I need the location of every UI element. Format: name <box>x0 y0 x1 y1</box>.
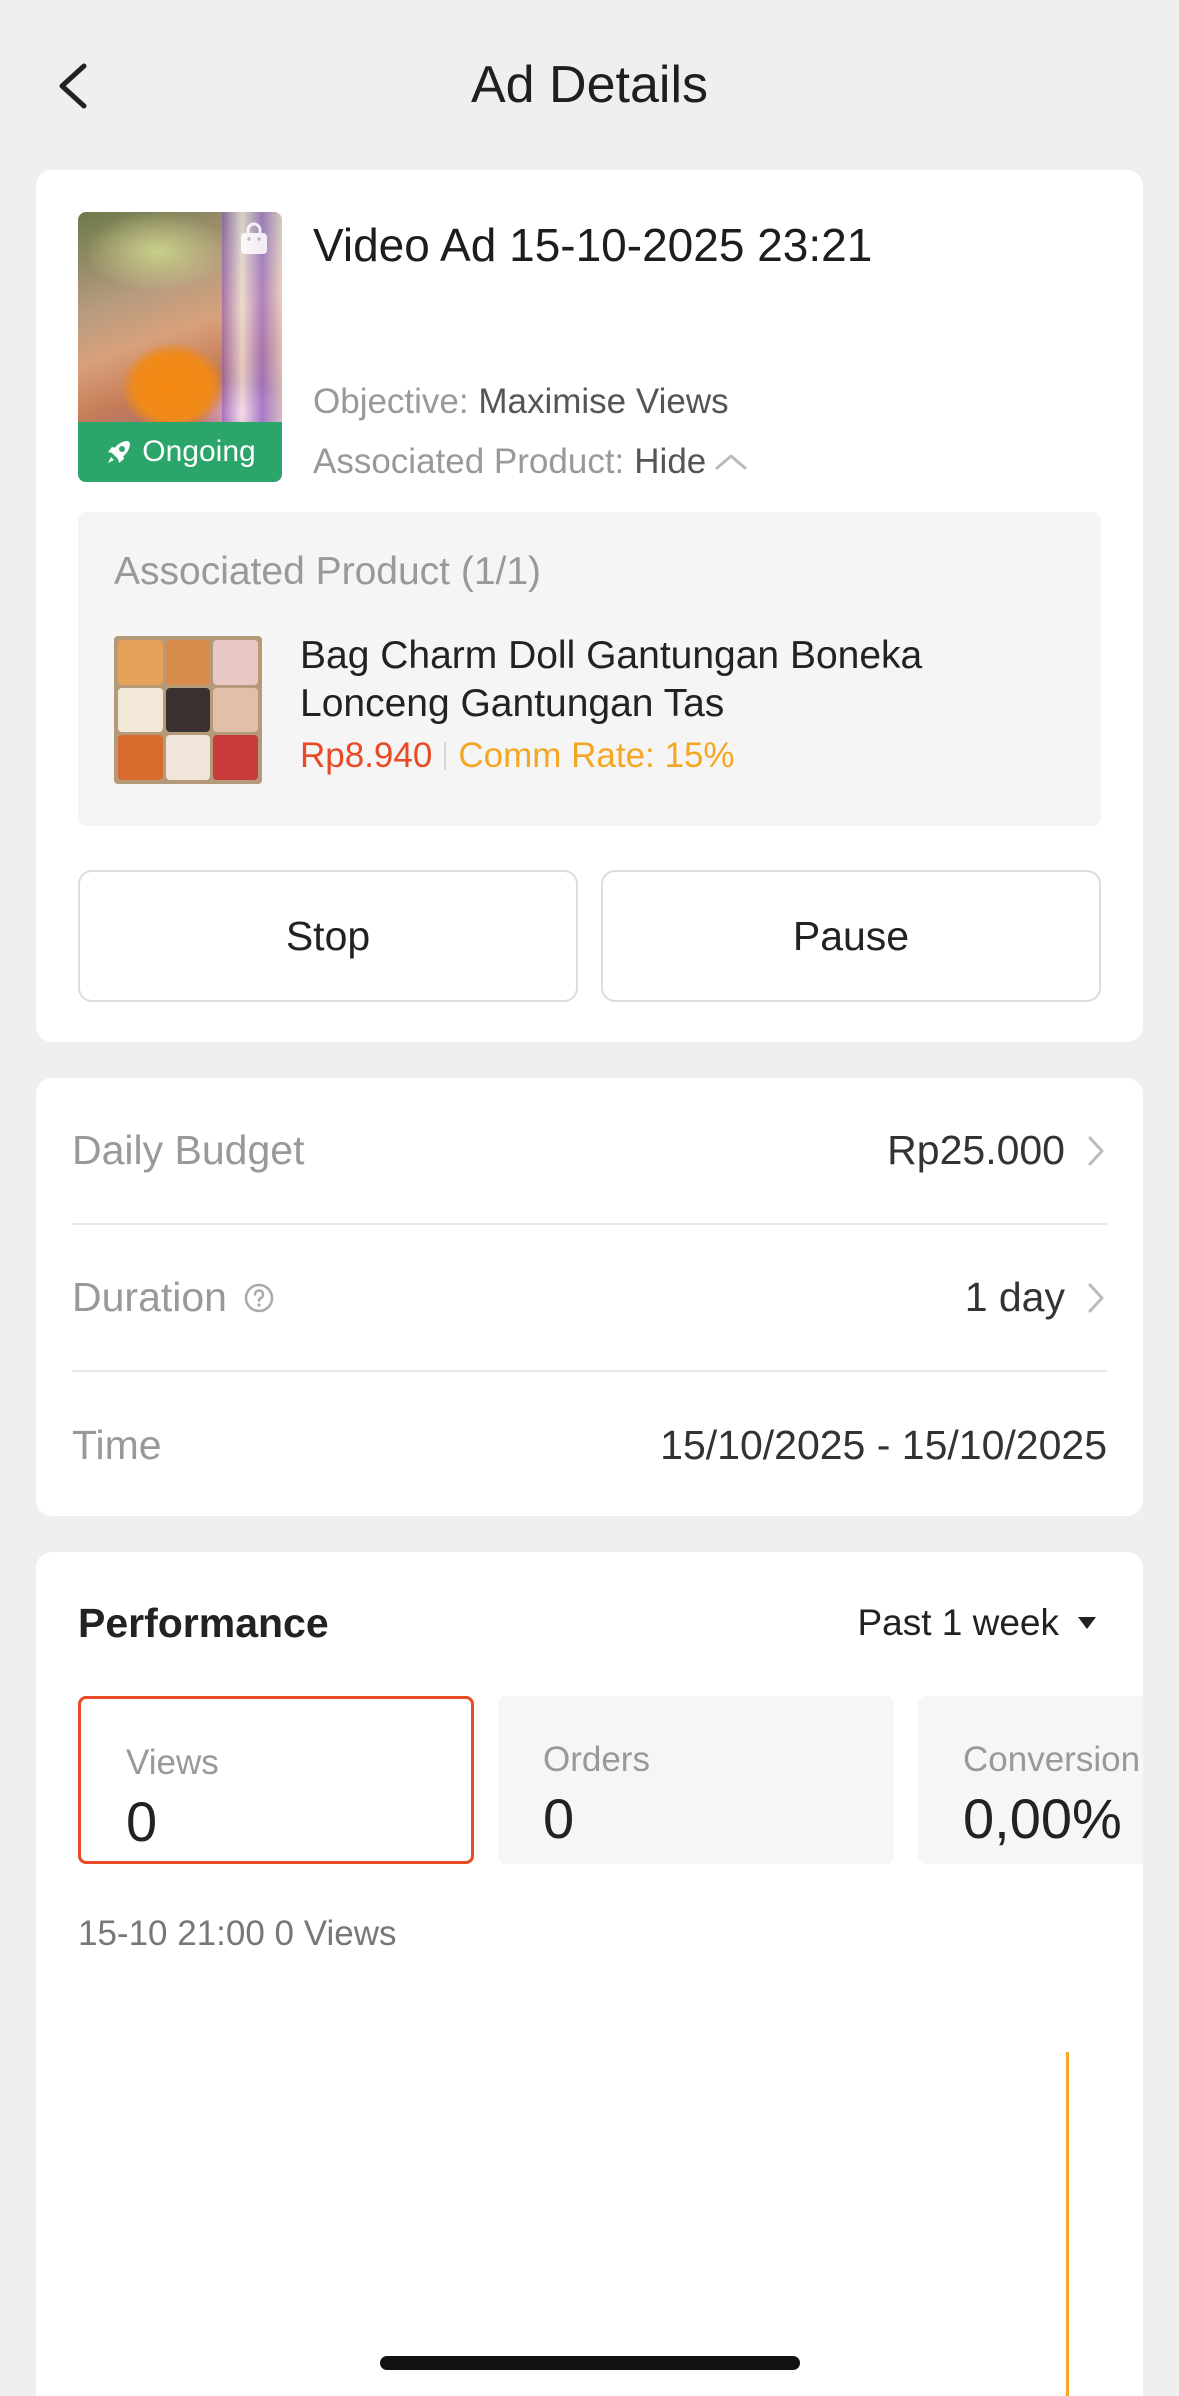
stop-button[interactable]: Stop <box>78 870 578 1002</box>
chart-tooltip-text: 15-10 21:00 0 Views <box>78 1914 397 1953</box>
metric-value: 0 <box>543 1787 575 1850</box>
objective-label: Objective: <box>313 382 469 421</box>
ad-title: Video Ad 15-10-2025 23:21 <box>313 219 873 271</box>
product-price: Rp8.940 <box>300 736 433 775</box>
objective-value: Maximise Views <box>478 382 729 421</box>
metric-card-views[interactable]: Views 0 <box>78 1696 474 1864</box>
home-indicator[interactable] <box>380 2356 800 2370</box>
divider <box>444 742 447 770</box>
product-price-row: Rp8.940 Comm Rate: 15% <box>300 736 735 776</box>
performance-card: Performance Past 1 week Views 0 Orders 0… <box>36 1552 1143 2396</box>
ad-details-screen: Ad Details Ongoing Video Ad 15-10-2025 2… <box>0 0 1179 2396</box>
duration-label: Duration <box>72 1274 227 1320</box>
daily-budget-value-group: Rp25.000 <box>887 1127 1107 1174</box>
metric-label: Conversion <box>963 1740 1141 1779</box>
status-text: Ongoing <box>142 435 256 468</box>
metric-label: Views <box>126 1743 219 1782</box>
pause-button[interactable]: Pause <box>601 870 1101 1002</box>
ad-card: Ongoing Video Ad 15-10-2025 23:21 Object… <box>36 170 1143 1042</box>
period-value: Past 1 week <box>857 1602 1059 1643</box>
caret-down-icon <box>1078 1617 1096 1629</box>
budget-card: Daily Budget Rp25.000 Duration 1 day Tim… <box>36 1078 1143 1516</box>
status-badge: Ongoing <box>78 422 282 482</box>
shopping-bag-icon <box>241 222 267 254</box>
metric-value: 0,00% <box>963 1787 1122 1850</box>
hide-toggle-label: Hide <box>634 442 707 481</box>
metric-value: 0 <box>126 1790 158 1853</box>
rocket-icon <box>108 441 131 463</box>
hide-toggle[interactable]: Hide <box>634 442 748 482</box>
time-value: 15/10/2025 - 15/10/2025 <box>660 1422 1107 1468</box>
period-dropdown[interactable]: Past 1 week <box>857 1602 1097 1644</box>
chart-cursor-line <box>1066 2052 1069 2396</box>
help-icon[interactable] <box>243 1282 275 1314</box>
ad-video-thumbnail[interactable]: Ongoing <box>78 212 282 482</box>
associated-product-box: Associated Product (1/1) Bag Charm Doll … <box>78 512 1101 826</box>
daily-budget-label: Daily Budget <box>72 1127 305 1173</box>
duration-value-group: 1 day <box>965 1274 1107 1321</box>
chevron-up-icon <box>715 454 747 470</box>
time-row: Time 15/10/2025 - 15/10/2025 <box>72 1372 1107 1519</box>
header: Ad Details <box>0 0 1179 170</box>
duration-row[interactable]: Duration 1 day <box>72 1225 1107 1372</box>
time-label: Time <box>72 1422 162 1468</box>
product-thumbnail[interactable] <box>114 636 262 784</box>
performance-title: Performance <box>78 1600 329 1646</box>
product-name[interactable]: Bag Charm Doll Gantungan Boneka Lonceng … <box>300 632 1060 728</box>
page-title: Ad Details <box>471 56 708 114</box>
chevron-right-icon <box>1088 1283 1104 1312</box>
associated-product-row: Associated Product: Hide <box>313 442 748 482</box>
metric-card-orders[interactable]: Orders 0 <box>498 1696 894 1864</box>
associated-product-title: Associated Product (1/1) <box>114 550 542 593</box>
associated-product-label: Associated Product: <box>313 442 625 481</box>
duration-label-group: Duration <box>72 1274 275 1321</box>
commission-rate: Comm Rate: 15% <box>458 736 735 775</box>
daily-budget-value: Rp25.000 <box>887 1127 1065 1173</box>
metric-label: Orders <box>543 1740 650 1779</box>
metric-card-conversion[interactable]: Conversion 0,00% <box>918 1696 1143 1864</box>
duration-value: 1 day <box>964 1274 1065 1320</box>
daily-budget-row[interactable]: Daily Budget Rp25.000 <box>72 1078 1107 1225</box>
chevron-right-icon <box>1088 1136 1104 1165</box>
objective-row: Objective: Maximise Views <box>313 382 729 422</box>
